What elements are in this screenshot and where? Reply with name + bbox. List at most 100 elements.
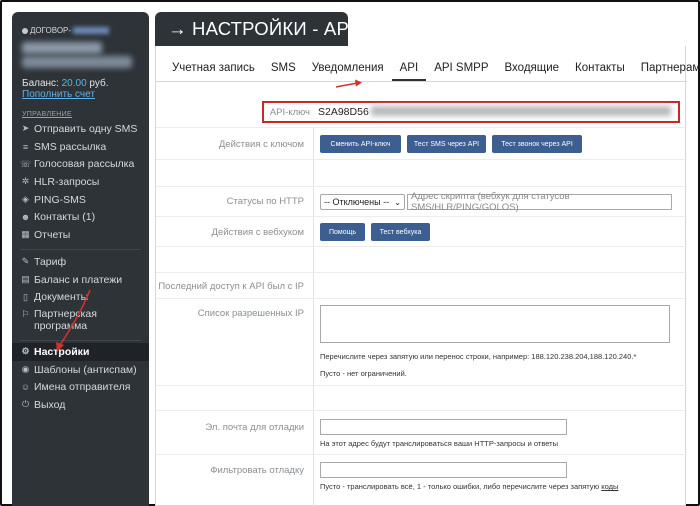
sidebar-item-network[interactable]: ✲ HLR-запросы: [20, 173, 145, 191]
sidebar-item-phone[interactable]: ☏ Голосовая рассылка: [20, 155, 145, 173]
page-title: → НАСТРОЙКИ - API: [168, 18, 355, 39]
sidebar-item-label: Документы: [34, 291, 89, 304]
sidebar-item-list[interactable]: ≡ SMS рассылка: [20, 138, 145, 156]
chevron-down-icon: ⌄: [394, 197, 401, 207]
balance-amount: 20.00: [61, 78, 87, 89]
sidebar-item-label: Баланс и платежи: [34, 273, 123, 286]
codes-link[interactable]: коды: [601, 482, 618, 491]
tab-8[interactable]: Партнерам: [633, 56, 700, 81]
sidebar-item-label: Голосовая рассылка: [34, 158, 135, 171]
sidebar-item-partner[interactable]: ⚐ Партнерская программа: [20, 306, 145, 336]
change-key-button[interactable]: Сменить API-ключ: [320, 135, 401, 153]
sidebar-item-label: Выход: [34, 398, 66, 411]
row-divider: [156, 454, 687, 455]
tab-4[interactable]: API: [391, 56, 427, 81]
form-divider: [313, 128, 314, 506]
sidebar-item-sender[interactable]: ☺ Имена отправителя: [20, 378, 145, 396]
row-divider: [156, 216, 687, 217]
sidebar-item-label: Отправить одну SMS: [34, 122, 138, 135]
document-icon: ▯: [23, 291, 28, 302]
sidebar-item-template[interactable]: ◉ Шаблоны (антиспам): [20, 361, 145, 379]
row-divider: [156, 127, 687, 128]
api-key-value[interactable]: S2A98D56: [318, 106, 671, 118]
sidebar-item-tariff[interactable]: ✎ Тариф: [20, 253, 145, 271]
gear-icon: ⚙: [21, 346, 30, 357]
allowed-ip-textarea[interactable]: [320, 305, 670, 343]
filter-debug-label: Фильтровать отладку: [210, 465, 304, 476]
settings-tabs: Учетная запись SMS Уведомления API API SMPP В…: [156, 56, 700, 82]
http-status-label: Статусы по HTTP: [226, 196, 304, 207]
row-divider: [156, 159, 687, 160]
allowed-ip-label: Список разрешенных IP: [197, 308, 304, 319]
allowed-ip-hint: Перечислите через запятую или перенос ст…: [320, 352, 637, 361]
test-call-button[interactable]: Тест звонок через API: [492, 135, 582, 153]
section-management-label: УПРАВЛЕНИЕ: [22, 111, 72, 118]
filter-debug-hint: Пусто - транслировать всё, 1 - только ош…: [320, 482, 619, 491]
api-key-redacted: [370, 106, 671, 116]
tab-3[interactable]: Уведомления: [304, 56, 392, 81]
nav-management: ➤ Отправить одну SMS ≡ SMS рассылка ☏ Голосов…: [20, 120, 145, 244]
sidebar-item-label: HLR-запросы: [34, 175, 100, 188]
sidebar-item-wallet[interactable]: ▤ Баланс и платежи: [20, 271, 145, 289]
last-access-label: Последний доступ к API был с IP: [158, 281, 304, 292]
list-icon: ≡: [22, 141, 29, 152]
tab-5[interactable]: API SMPP: [426, 56, 496, 81]
contract-number: ДОГОВОР-: [22, 26, 110, 35]
sidebar-item-label: Имена отправителя: [34, 381, 131, 394]
account-company-redacted: [22, 56, 132, 68]
tab-7[interactable]: Контакты: [567, 56, 633, 81]
key-actions-label: Действия с ключом: [218, 139, 304, 150]
debug-email-label: Эл. почта для отладки: [205, 422, 304, 433]
tab-2[interactable]: SMS: [263, 56, 304, 81]
phone-icon: ☏: [19, 158, 32, 169]
tab-1[interactable]: Учетная запись: [164, 56, 263, 81]
power-icon: ⏻: [21, 399, 30, 410]
sidebar-item-document[interactable]: ▯ Документы: [20, 288, 145, 306]
contract-label: ДОГОВОР-: [30, 26, 72, 35]
sidebar-item-send[interactable]: ➤ Отправить одну SMS: [20, 120, 145, 138]
tab-6[interactable]: Входящие: [497, 56, 568, 81]
sidebar-item-label: Контакты (1): [34, 211, 96, 224]
allowed-ip-empty-hint: Пусто - нет ограничений.: [320, 369, 407, 378]
sidebar-item-gear[interactable]: ⚙ Настройки: [12, 343, 149, 361]
send-icon: ➤: [21, 123, 30, 134]
test-webhook-button[interactable]: Тест вебхука: [371, 223, 430, 241]
test-sms-button[interactable]: Тест SMS через API: [407, 135, 486, 153]
sidebar-item-label: Тариф: [34, 255, 67, 268]
wallet-icon: ▤: [21, 274, 30, 285]
debug-email-input[interactable]: [320, 419, 567, 435]
http-status-select[interactable]: -- Отключены -- ⌄: [320, 194, 405, 210]
sidebar-item-label: Отчеты: [34, 228, 71, 241]
sidebar: ДОГОВОР- Баланс: 20.00 руб. Пополнить сч…: [12, 12, 149, 506]
reports-icon: ▦: [21, 229, 30, 240]
network-icon: ✲: [21, 176, 30, 187]
ping-icon: ◈: [22, 194, 29, 205]
sidebar-item-power[interactable]: ⏻ Выход: [20, 396, 145, 414]
webhook-url-input[interactable]: Адрес скрипта (вебхук для статусов SMS/H…: [407, 191, 672, 213]
webhook-actions-label: Действия с вебхуком: [211, 227, 304, 238]
row-divider: [156, 246, 687, 247]
help-button[interactable]: Помощь: [320, 223, 365, 241]
contacts-icon: ☻: [20, 212, 31, 223]
topup-link[interactable]: Пополнить счет: [22, 89, 95, 100]
row-divider: [156, 272, 687, 273]
debug-email-hint: На этот адрес будут транслироваться ваши…: [320, 439, 558, 448]
sidebar-item-ping[interactable]: ◈ PING-SMS: [20, 191, 145, 209]
sidebar-divider: [20, 340, 141, 341]
partner-icon: ⚐: [21, 308, 30, 319]
filter-debug-input[interactable]: [320, 462, 567, 478]
api-key-row-highlight: API-ключ S2A98D56: [262, 101, 680, 123]
sidebar-item-contacts[interactable]: ☻ Контакты (1): [20, 208, 145, 226]
row-divider: [156, 385, 687, 386]
nav-account: ✎ Тариф ▤ Баланс и платежи ▯ Документы ⚐ Партне…: [20, 253, 145, 336]
sidebar-divider: [20, 249, 141, 250]
api-key-label: API-ключ: [269, 106, 310, 118]
row-divider: [156, 298, 687, 299]
sidebar-item-label: Шаблоны (антиспам): [34, 363, 137, 376]
sidebar-item-label: PING-SMS: [34, 193, 86, 206]
sidebar-item-reports[interactable]: ▦ Отчеты: [20, 226, 145, 244]
page-header: → НАСТРОЙКИ - API: [155, 12, 354, 46]
sender-icon: ☺: [20, 382, 31, 393]
webhook-url-placeholder: Адрес скрипта (вебхук для статусов SMS/H…: [411, 191, 570, 213]
nav-settings-group: ⚙ Настройки ◉ Шаблоны (антиспам) ☺ Имена отпр…: [12, 343, 149, 414]
